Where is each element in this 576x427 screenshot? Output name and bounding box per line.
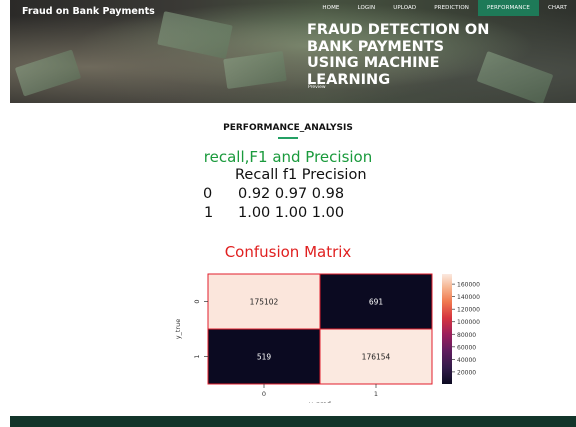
metrics-heading: recall,F1 and Precision	[203, 148, 373, 166]
colorbar-tick-label: 20000	[457, 369, 476, 376]
colorbar-tick-label: 120000	[457, 307, 480, 314]
x-axis-label: y_pred	[309, 400, 331, 403]
cell-value-label: 519	[257, 353, 272, 362]
colorbar-tick-label: 40000	[457, 357, 476, 364]
nav-item-performance[interactable]: PERFORMANCE	[478, 0, 539, 16]
colorbar-tick-label: 140000	[457, 294, 480, 301]
preview-link[interactable]: Preview	[308, 85, 326, 90]
y-tick-label: 1	[193, 354, 201, 358]
colorbar	[442, 274, 452, 384]
cell-value-label: 691	[369, 298, 384, 307]
metrics-row-label: 0	[203, 186, 213, 202]
colorbar-tick-label: 60000	[457, 344, 476, 351]
metrics-header-row: Recall f1 Precision	[235, 167, 367, 183]
cell-value-label: 175102	[250, 298, 279, 307]
hero-banner: Fraud on Bank Payments HOME LOGIN UPLOAD PR…	[10, 0, 576, 103]
section-title: PERFORMANCE_ANALYSIS	[223, 123, 353, 133]
nav-item-prediction[interactable]: PREDICTION	[425, 0, 478, 16]
brand-name[interactable]: Fraud on Bank Payments	[22, 6, 155, 17]
banknote-image	[14, 49, 82, 97]
footer-bar	[10, 416, 576, 427]
x-tick-label: 1	[374, 390, 378, 398]
nav-item-chart[interactable]: CHART	[539, 0, 576, 16]
metrics-row-values: 1.00 1.00 1.00	[238, 205, 345, 221]
main-nav: HOME LOGIN UPLOAD PREDICTION PERFORMANCE CHAR…	[313, 0, 576, 16]
cell-value-label: 176154	[362, 353, 391, 362]
colorbar-tick-label: 100000	[457, 319, 480, 326]
nav-item-upload[interactable]: UPLOAD	[384, 0, 425, 16]
confusion-matrix-heatmap: 175102 691 519 176154 0 1 y_true 0 1 y_pred 20000 4…	[174, 273, 480, 403]
colorbar-tick-label: 160000	[457, 282, 480, 289]
confusion-matrix-title: Confusion Matrix	[224, 243, 352, 261]
banknote-image	[157, 11, 233, 59]
nav-item-home[interactable]: HOME	[313, 0, 348, 16]
y-tick-label: 0	[193, 299, 201, 303]
nav-item-login[interactable]: LOGIN	[349, 0, 385, 16]
metrics-row-label: 1	[204, 205, 214, 221]
colorbar-tick-label: 80000	[457, 332, 476, 339]
metrics-row-values: 0.92 0.97 0.98	[238, 186, 345, 202]
x-tick-label: 0	[262, 390, 266, 398]
y-axis-label: y_true	[174, 319, 182, 339]
hero-title: FRAUD DETECTION ON BANK PAYMENTS USING M…	[307, 22, 490, 88]
banknote-image	[223, 50, 287, 90]
section-underline	[278, 137, 298, 139]
